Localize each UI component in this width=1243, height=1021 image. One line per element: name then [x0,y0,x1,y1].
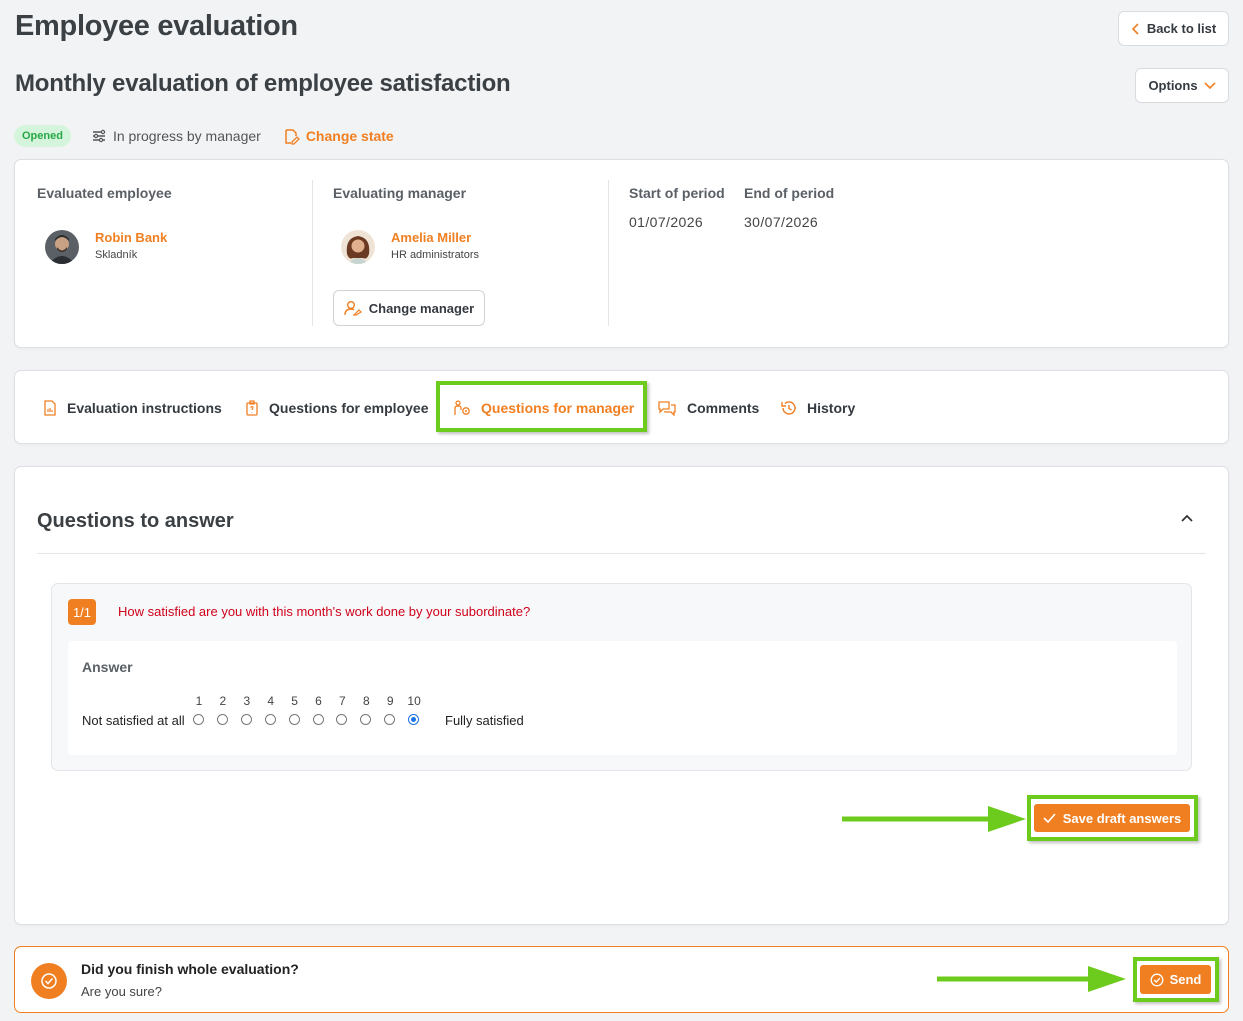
document-icon [44,400,56,416]
chevron-down-icon [1203,81,1216,89]
rating-radio-7[interactable] [336,714,348,725]
rating-radio-10[interactable] [408,714,420,725]
status-row: Opened In progress by manager Change sta… [14,124,394,148]
scale-min-label: Not satisfied at all [82,713,185,728]
chevron-up-icon[interactable] [1181,514,1193,522]
back-to-list-label: Back to list [1146,21,1217,36]
status-badge: Opened [14,125,71,147]
annotation-arrow [937,966,1126,992]
edit-state-icon [285,128,300,145]
progress-label: In progress by manager [112,128,261,144]
clipboard-icon [246,400,258,416]
annotation-arrow [842,806,1026,832]
end-of-period-title: End of period [744,185,835,201]
end-of-period-value: 30/07/2026 [744,214,819,230]
user-edit-icon [344,301,362,316]
chevron-left-icon [1131,22,1139,35]
scale-max-label: Fully satisfied [445,713,524,728]
history-icon [781,401,796,415]
finish-title: Did you finish whole evaluation? [81,961,299,977]
question-text: How satisfied are you with this month's … [118,604,531,619]
rating-radio-8[interactable] [360,714,372,725]
evaluating-manager-title: Evaluating manager [333,185,467,201]
scale-number: 9 [386,694,394,708]
rating-radio-1[interactable] [193,714,204,725]
scale-number: 10 [407,694,421,708]
employee-name-link[interactable]: Robin Bank [95,230,167,245]
scale-number: 1 [195,694,203,708]
tab-history[interactable]: History [780,371,855,445]
finish-subtitle: Are you sure? [81,984,162,999]
tab-comments[interactable]: Comments [657,371,759,445]
divider [608,180,609,326]
back-to-list-button[interactable]: Back to list [1118,11,1229,46]
tab-questions-for-employee[interactable]: Questions for employee [245,371,428,445]
tab-label: Questions for employee [269,400,429,416]
question-counter: 1/1 [68,599,96,625]
scale-number: 7 [339,694,346,708]
scale-number: 4 [267,694,275,708]
answer-box: Answer Not satisfied at all Fully satisf… [68,641,1177,755]
evaluation-info-card: Evaluated employee Robin Bank Skladník E… [14,159,1229,348]
manager-name-link[interactable]: Amelia Miller [391,230,471,245]
start-of-period-title: Start of period [629,185,725,201]
questions-title: Questions to answer [37,510,234,532]
options-label: Options [1148,78,1198,93]
rating-radio-3[interactable] [240,714,252,725]
rating-radio-9[interactable] [384,714,396,725]
change-state-label: Change state [305,128,394,144]
change-state-link[interactable]: Change state [283,128,394,145]
start-of-period-value: 01/07/2026 [629,214,704,230]
tab-label: Comments [687,400,760,416]
check-circle-icon [31,963,67,999]
rating-radio-2[interactable] [216,714,228,725]
change-manager-label: Change manager [368,300,475,316]
employee-avatar [45,230,79,264]
scale-number: 5 [291,694,298,708]
evaluation-title: Monthly evaluation of employee satisfact… [15,70,511,97]
rating-radio-5[interactable] [288,714,300,725]
rating-radio-4[interactable] [264,714,276,725]
divider [312,180,313,326]
scale-number: 6 [315,694,322,708]
scale-number: 8 [362,694,370,708]
question-item: 1/1 How satisfied are you with this mont… [51,583,1192,771]
tab-label: Evaluation instructions [67,400,222,416]
change-manager-button[interactable]: Change manager [333,290,485,326]
tab-label: History [807,400,856,416]
scale-number: 3 [243,694,251,708]
answer-label: Answer [82,659,133,675]
page-title: Employee evaluation [15,10,298,42]
highlight-box [1027,795,1198,841]
manager-role: HR administrators [391,249,480,261]
highlight-box [436,381,647,432]
highlight-box [1133,957,1219,1002]
questions-card: Questions to answer 1/1 How satisfied ar… [14,466,1229,925]
employee-role: Skladník [95,249,138,261]
progress-status: In progress by manager [91,128,261,144]
chat-icon [658,401,676,416]
manager-avatar [341,230,375,264]
scale-number: 2 [219,694,227,708]
evaluated-employee-title: Evaluated employee [37,185,172,201]
options-button[interactable]: Options [1135,68,1229,103]
divider [37,553,1206,554]
sliders-icon [92,129,106,143]
tab-evaluation-instructions[interactable]: Evaluation instructions [43,371,222,445]
rating-radio-6[interactable] [312,714,324,725]
